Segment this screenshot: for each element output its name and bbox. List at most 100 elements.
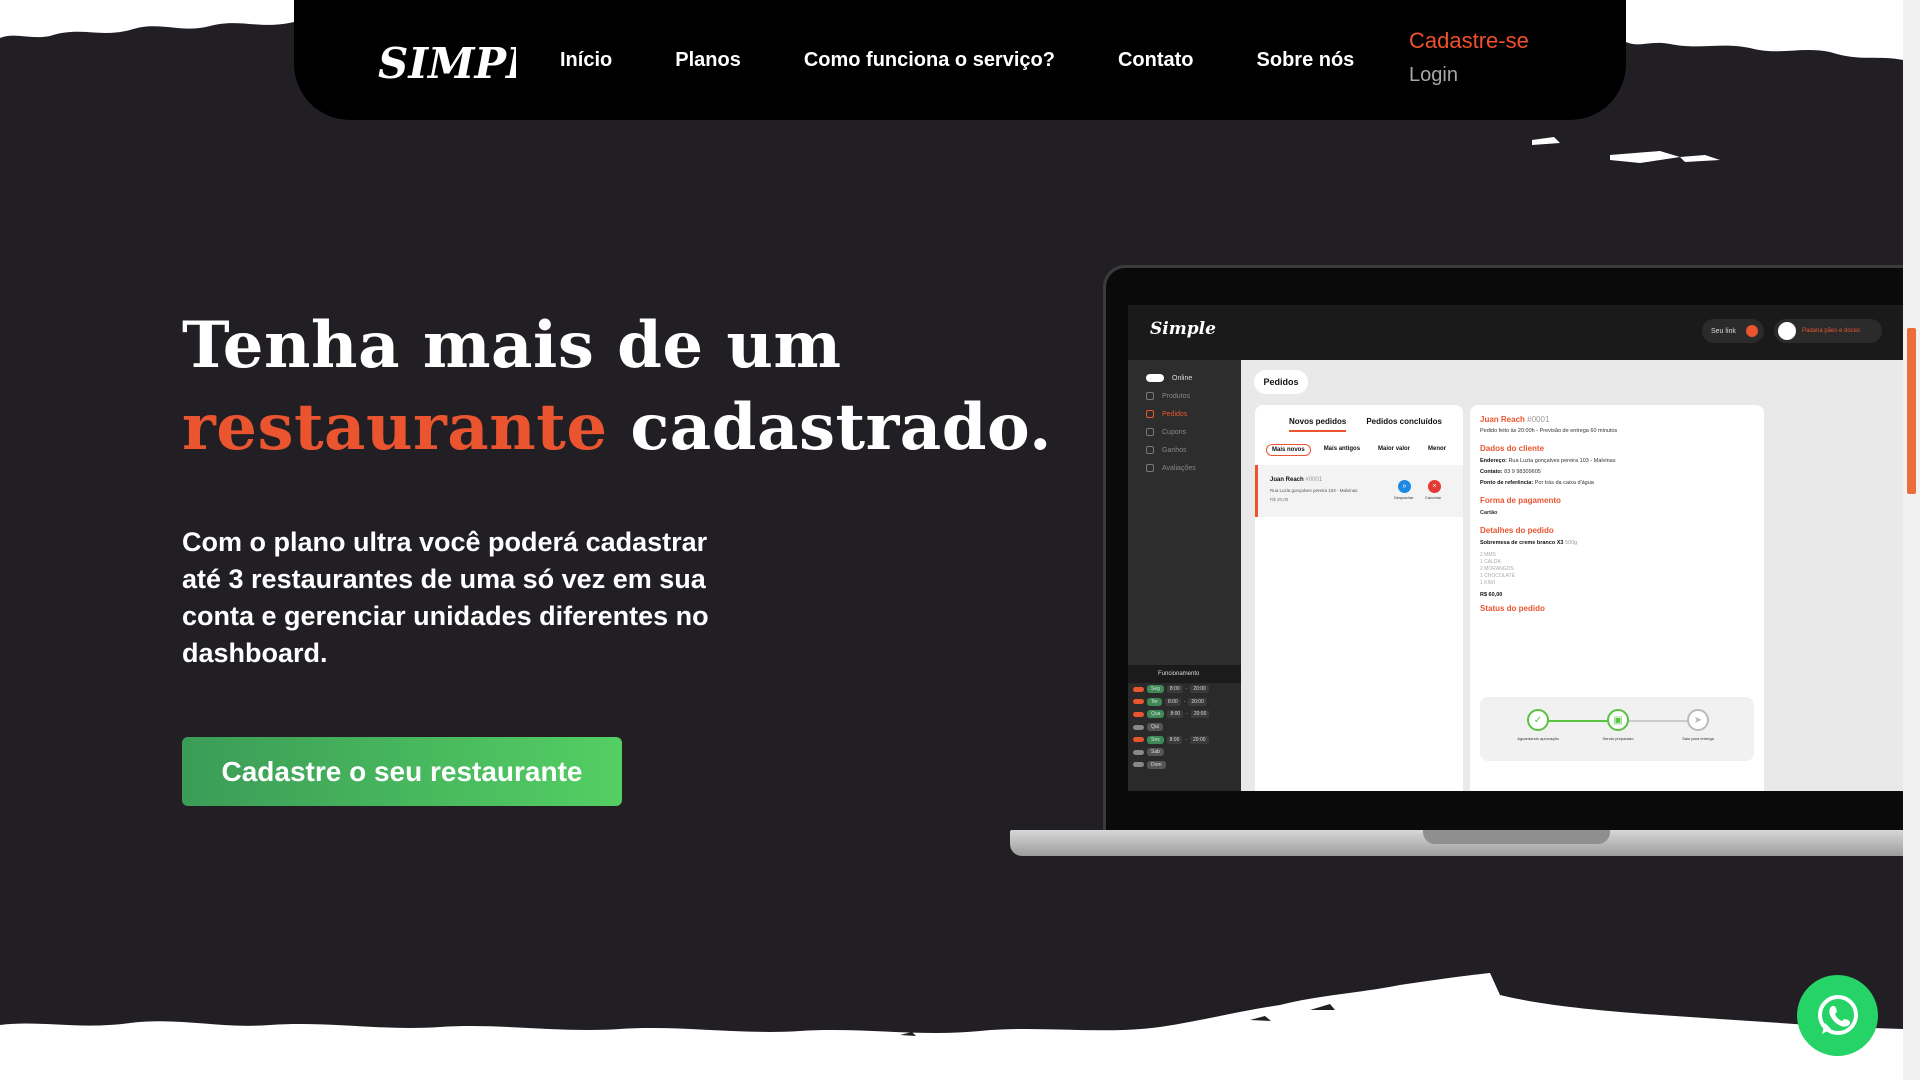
simple-logo[interactable]: SIMPLE <box>376 30 569 90</box>
navbar: SIMPLE Início Planos Como funciona o ser… <box>294 0 1626 120</box>
scrollbar-thumb[interactable] <box>1907 328 1916 494</box>
money-icon <box>1146 446 1154 454</box>
toggle-icon <box>1133 762 1144 768</box>
dashboard-topbar: Simple Seu link Padaria pães e doces <box>1128 305 1910 360</box>
filter-mais-antigos: Mais antigos <box>1323 446 1361 452</box>
paint-splatter <box>1532 137 1720 163</box>
schedule-row: Dom <box>1128 759 1241 772</box>
schedule-day: Qua <box>1147 710 1165 719</box>
pedidos-title: Pedidos <box>1254 370 1308 394</box>
schedule-row: Ter 8:00-20:00 <box>1128 696 1241 709</box>
hero-description: Com o plano ultra você poderá cadastrar … <box>182 527 709 668</box>
detail-extras: 2 MMS 1 CALDA 2 MORANGOS 1 CHOCOLATE 1 K… <box>1480 552 1754 587</box>
schedule-day: Seg <box>1147 685 1164 694</box>
close-time: 20:00 <box>1190 735 1209 744</box>
dashboard-screenshot: Simple Seu link Padaria pães e doces Onl… <box>1128 305 1910 791</box>
detail-contact: Contato: 83 9 98309605 <box>1480 469 1754 475</box>
whatsapp-button[interactable] <box>1797 975 1878 1056</box>
status-progress-fill <box>1538 720 1618 722</box>
dispatch-label: Despachar <box>1394 495 1414 500</box>
sidebar-item-pedidos: Pedidos <box>1146 410 1187 418</box>
detail-address: Endereço: Rua Luzia gonçalves pereira 10… <box>1480 458 1754 464</box>
order-card: Juan Reach #0001 Rua Luzia gonçalves per… <box>1255 465 1463 517</box>
hero-title-rest: cadastrado. <box>607 390 1052 465</box>
dispatch-icon: » <box>1398 480 1411 493</box>
toggle-icon <box>1146 374 1164 382</box>
schedule-row: Sex 8:00-20:00 <box>1128 733 1241 746</box>
torn-paper-bottom <box>0 973 1903 1080</box>
schedule-row: Qua 8:00-20:00 <box>1128 708 1241 721</box>
link-icon <box>1746 325 1758 337</box>
toggle-icon <box>1133 737 1144 743</box>
detail-customer-name: Juan Reach <box>1480 415 1525 424</box>
extra-item: 1 CALDA <box>1480 559 1501 565</box>
signup-link[interactable]: Cadastre-se <box>1409 28 1529 54</box>
extra-item: 1 KIWI <box>1480 580 1496 586</box>
status-step-label: Sendo preparado <box>1602 736 1634 741</box>
detail-status-heading: Status do pedido <box>1480 604 1545 613</box>
sidebar-item-produtos: Produtos <box>1146 392 1190 400</box>
extra-item: 2 MMS <box>1480 552 1496 558</box>
open-time: 8:00 <box>1167 710 1184 719</box>
tab-novos-pedidos: Novos pedidos <box>1289 417 1347 432</box>
schedule-row: Sab <box>1128 746 1241 759</box>
status-step-label: Aguardando aprovação <box>1517 736 1559 741</box>
store-name: Padaria pães e doces <box>1802 328 1861 334</box>
item-name: Sobremesa de creme branco X3 <box>1480 540 1564 546</box>
extra-item: 2 MORANGOS <box>1480 566 1514 572</box>
login-link[interactable]: Login <box>1409 64 1529 87</box>
close-time: 20:00 <box>1190 685 1209 694</box>
toggle-icon <box>1133 724 1144 730</box>
contact-value: 83 9 98309605 <box>1504 469 1541 475</box>
sidebar-item-label: Ganhos <box>1162 446 1187 454</box>
order-number: #0001 <box>1305 477 1323 483</box>
item-weight: 500g <box>1565 540 1578 546</box>
sidebar-item-label: Avaliações <box>1162 464 1196 472</box>
nav-link-inicio[interactable]: Início <box>560 49 612 72</box>
delivery-icon: ➤ <box>1687 709 1709 731</box>
filter-maior-valor: Maior valor <box>1378 446 1411 452</box>
nav-links: Início Planos Como funciona o serviço? C… <box>560 0 1417 120</box>
detail-payment: Cartão <box>1480 510 1498 516</box>
order-customer-name: Juan Reach <box>1270 477 1304 483</box>
tab-pedidos-concluidos: Pedidos concluídos <box>1366 417 1442 426</box>
page-scrollbar[interactable] <box>1903 0 1920 1080</box>
order-address: Rua Luzia gonçalves pereira 103 - Malvin… <box>1270 488 1358 493</box>
order-price: R$ 20,00 <box>1270 497 1289 502</box>
time-separator: - <box>1185 736 1188 743</box>
sidebar-item-label: Cupons <box>1162 428 1187 436</box>
nav-link-sobre-nos[interactable]: Sobre nós <box>1257 49 1355 72</box>
laptop-mockup: Simple Seu link Padaria pães e doces Onl… <box>1010 265 1910 873</box>
filter-menor: Menor <box>1428 446 1447 452</box>
toggle-icon <box>1133 686 1144 692</box>
whatsapp-icon <box>1817 994 1858 1035</box>
laptop-notch <box>1423 830 1610 844</box>
open-time: 8:00 <box>1166 735 1183 744</box>
detail-client-heading: Dados do cliente <box>1480 444 1545 453</box>
schedule-day: Sex <box>1147 735 1164 744</box>
hero-title: Tenha mais de um restaurante cadastrado. <box>182 305 1052 469</box>
open-time: 8:00 <box>1164 697 1181 706</box>
detail-order-number: #0001 <box>1527 415 1550 424</box>
cancel-label: Cancelar <box>1425 495 1442 500</box>
store-selector: Padaria pães e doces <box>1774 319 1882 343</box>
schedule-row: Seg 8:00-20:00 <box>1128 683 1241 696</box>
nav-link-como-funciona[interactable]: Como funciona o serviço? <box>804 49 1055 72</box>
order-customer: Juan Reach #0001 <box>1270 477 1322 483</box>
box-icon <box>1146 392 1154 400</box>
detail-reference: Ponto de referência: Por trás da caixa d… <box>1480 480 1754 486</box>
open-time: 8:00 <box>1166 685 1183 694</box>
toggle-icon <box>1133 711 1144 717</box>
detail-customer: Juan Reach #0001 <box>1480 415 1754 424</box>
time-separator: - <box>1186 711 1188 718</box>
detail-placed: Pedido feito às 20:00h - Previsão de ent… <box>1480 428 1618 434</box>
nav-link-planos[interactable]: Planos <box>675 49 741 72</box>
filter-mais-novos: Mais novos <box>1266 444 1311 456</box>
box-icon: ▣ <box>1607 709 1629 731</box>
check-icon: ✓ <box>1527 709 1549 731</box>
register-restaurant-button[interactable]: Cadastre o seu restaurante <box>182 737 622 806</box>
nav-link-contato[interactable]: Contato <box>1118 49 1194 72</box>
chart-icon <box>1146 410 1154 418</box>
contact-label: Contato: <box>1480 469 1503 475</box>
sidebar-item-online: Online <box>1146 374 1192 382</box>
